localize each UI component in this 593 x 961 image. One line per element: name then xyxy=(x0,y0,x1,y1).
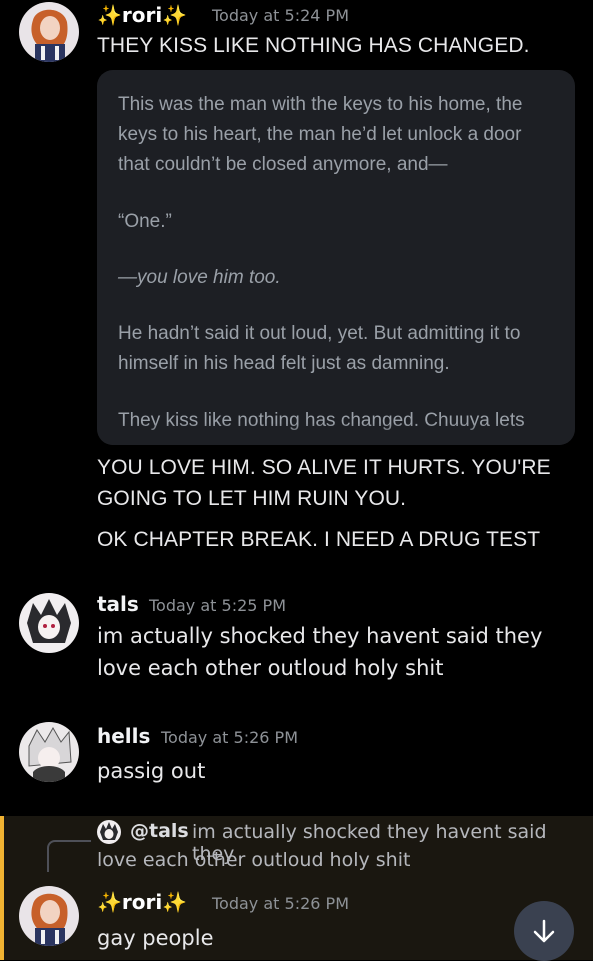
reply-connector xyxy=(47,840,91,872)
sparkle-icon: ✨ xyxy=(97,3,122,27)
embed-fade xyxy=(97,423,575,445)
timestamp: Today at 5:24 PM xyxy=(212,6,349,25)
message-text: YOU LOVE HIM. SO ALIVE IT HURTS. YOU'RE xyxy=(97,456,551,479)
avatar-tals[interactable] xyxy=(19,593,79,653)
embed-paragraph: He hadn’t said it out loud, yet. But adm… xyxy=(118,323,521,374)
timestamp: Today at 5:25 PM xyxy=(149,596,286,615)
sparkle-icon: ✨ xyxy=(97,890,122,914)
timestamp: Today at 5:26 PM xyxy=(161,728,298,747)
image-embed[interactable]: This was the man with the keys to his ho… xyxy=(97,70,575,445)
arrow-down-icon xyxy=(533,919,555,943)
author-name[interactable]: tals xyxy=(97,592,139,616)
sparkle-icon: ✨ xyxy=(162,3,188,27)
message-text: GOING TO LET HIM RUIN YOU. xyxy=(97,487,407,510)
message-text: passig out xyxy=(97,759,206,783)
message-text: THEY KISS LIKE NOTHING HAS CHANGED. xyxy=(97,34,530,57)
message-text: im actually shocked they havent said the… xyxy=(97,624,543,648)
reply-mention[interactable]: @tals xyxy=(130,820,189,842)
mention-highlight-bar xyxy=(0,816,4,960)
message-text: OK CHAPTER BREAK. I NEED A DRUG TEST xyxy=(97,528,541,551)
timestamp: Today at 5:26 PM xyxy=(212,894,349,913)
author-name[interactable]: ✨rori✨ xyxy=(97,890,187,914)
message-text: love each other outloud holy shit xyxy=(97,656,444,680)
avatar-rori[interactable] xyxy=(19,886,79,946)
author-name[interactable]: hells xyxy=(97,724,150,748)
reply-avatar[interactable] xyxy=(97,820,121,844)
reply-preview-text[interactable]: love each other outloud holy shit xyxy=(97,849,410,871)
sparkle-icon: ✨ xyxy=(162,890,188,914)
message-text: gay people xyxy=(97,926,214,950)
embed-paragraph: —you love him too. xyxy=(118,267,281,288)
avatar-rori[interactable] xyxy=(19,2,79,62)
embed-paragraph: This was the man with the keys to his ho… xyxy=(118,94,523,175)
embed-paragraph: “One.” xyxy=(118,211,172,232)
author-name[interactable]: ✨rori✨ xyxy=(97,3,187,27)
avatar-hells[interactable] xyxy=(19,722,79,782)
scroll-to-bottom-button[interactable] xyxy=(514,901,574,961)
